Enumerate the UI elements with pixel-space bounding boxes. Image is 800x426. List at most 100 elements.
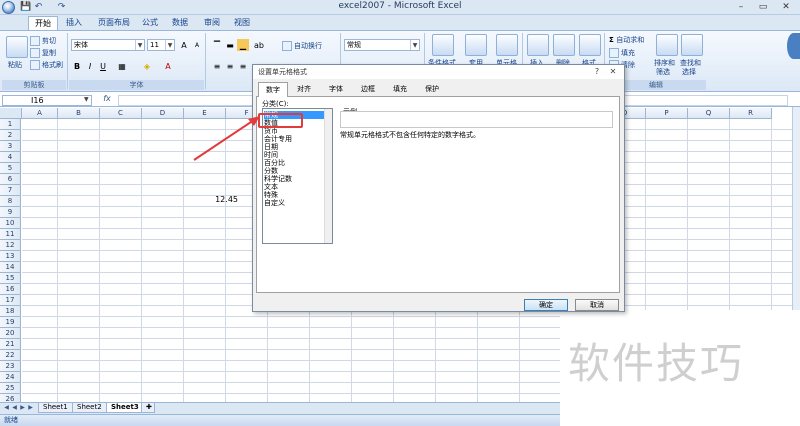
align-bottom-icon[interactable]: ▁ bbox=[237, 39, 249, 51]
sheet-tab-1[interactable]: Sheet1 bbox=[38, 403, 73, 413]
tab-page-layout[interactable]: 页面布局 bbox=[92, 16, 136, 30]
row-header[interactable]: 23 bbox=[0, 361, 21, 372]
close-button[interactable]: ✕ bbox=[775, 1, 797, 14]
font-size-combo[interactable]: 11 ▼ bbox=[147, 39, 175, 51]
row-header[interactable]: 10 bbox=[0, 218, 21, 229]
font-name-combo[interactable]: 宋体 ▼ bbox=[71, 39, 145, 51]
column-header[interactable]: C bbox=[100, 108, 142, 119]
align-left-icon[interactable]: ≡ bbox=[211, 60, 223, 72]
minimize-button[interactable]: – bbox=[730, 1, 752, 14]
orientation-icon[interactable]: ab bbox=[253, 39, 265, 51]
align-center-icon[interactable]: ≡ bbox=[224, 60, 236, 72]
category-item[interactable]: 日期 bbox=[264, 143, 324, 151]
category-item[interactable]: 自定义 bbox=[264, 199, 324, 207]
wrap-text-button[interactable]: 自动换行 bbox=[282, 41, 322, 51]
row-header[interactable]: 22 bbox=[0, 350, 21, 361]
column-header[interactable]: Q bbox=[688, 108, 730, 119]
row-header[interactable]: 14 bbox=[0, 262, 21, 273]
ok-button[interactable]: 确定 bbox=[524, 299, 568, 311]
italic-button[interactable]: I bbox=[84, 60, 96, 72]
paste-icon[interactable] bbox=[6, 36, 28, 58]
tab-home[interactable]: 开始 bbox=[28, 16, 58, 31]
row-header[interactable]: 2 bbox=[0, 130, 21, 141]
first-sheet-icon[interactable]: ◀ bbox=[3, 404, 10, 412]
tab-review[interactable]: 审阅 bbox=[198, 16, 226, 30]
align-middle-icon[interactable]: ▬ bbox=[224, 39, 236, 51]
underline-button[interactable]: U bbox=[97, 60, 109, 72]
maximize-button[interactable]: ▭ bbox=[752, 1, 774, 14]
row-header[interactable]: 17 bbox=[0, 295, 21, 306]
tab-formulas[interactable]: 公式 bbox=[136, 16, 164, 30]
row-header[interactable]: 16 bbox=[0, 284, 21, 295]
float-widget-icon[interactable] bbox=[787, 33, 800, 59]
row-header[interactable]: 8 bbox=[0, 196, 21, 207]
number-format-combo[interactable]: 常规 ▼ bbox=[344, 39, 420, 51]
paste-label[interactable]: 粘贴 bbox=[8, 60, 22, 70]
bold-button[interactable]: B bbox=[71, 60, 83, 72]
row-header[interactable]: 19 bbox=[0, 317, 21, 328]
last-sheet-icon[interactable]: ▶ bbox=[27, 404, 34, 412]
row-header[interactable]: 6 bbox=[0, 174, 21, 185]
cell-styles-icon[interactable] bbox=[496, 34, 518, 56]
tab-insert[interactable]: 插入 bbox=[60, 16, 88, 30]
insert-function-button[interactable]: fx bbox=[100, 94, 114, 106]
tab-font[interactable]: 字体 bbox=[322, 82, 350, 97]
find-select-label-2[interactable]: 选择 bbox=[682, 67, 696, 77]
sort-filter-label-2[interactable]: 筛选 bbox=[656, 67, 670, 77]
row-header[interactable]: 24 bbox=[0, 372, 21, 383]
column-header[interactable]: D bbox=[142, 108, 184, 119]
category-item[interactable]: 科学记数 bbox=[264, 175, 324, 183]
cell-E8[interactable]: 12.45 bbox=[198, 195, 238, 204]
row-header[interactable]: 20 bbox=[0, 328, 21, 339]
row-header[interactable]: 5 bbox=[0, 163, 21, 174]
format-painter-button[interactable]: 格式刷 bbox=[30, 60, 63, 70]
row-header[interactable]: 12 bbox=[0, 240, 21, 251]
sheet-tab-3[interactable]: Sheet3 bbox=[106, 403, 144, 413]
category-item[interactable]: 百分比 bbox=[264, 159, 324, 167]
new-sheet-icon[interactable]: ✚ bbox=[141, 403, 155, 413]
sheet-tab-2[interactable]: Sheet2 bbox=[72, 403, 107, 413]
chevron-down-icon[interactable]: ▼ bbox=[84, 96, 89, 103]
column-header[interactable]: P bbox=[646, 108, 688, 119]
fill-color-icon[interactable]: ◈ bbox=[141, 60, 153, 72]
select-all-corner[interactable] bbox=[0, 108, 22, 119]
close-icon[interactable]: ✕ bbox=[606, 66, 620, 78]
grow-font-button[interactable]: A bbox=[178, 39, 190, 51]
fill-button[interactable]: 填充 bbox=[609, 48, 635, 58]
row-header[interactable]: 7 bbox=[0, 185, 21, 196]
row-header[interactable]: 18 bbox=[0, 306, 21, 317]
row-header[interactable]: 3 bbox=[0, 141, 21, 152]
row-header[interactable]: 4 bbox=[0, 152, 21, 163]
category-item[interactable]: 时间 bbox=[264, 151, 324, 159]
category-scrollbar[interactable] bbox=[324, 109, 332, 243]
delete-cells-icon[interactable] bbox=[553, 34, 575, 56]
cut-button[interactable]: 剪切 bbox=[30, 36, 56, 46]
category-item[interactable]: 分数 bbox=[264, 167, 324, 175]
tab-data[interactable]: 数据 bbox=[166, 16, 194, 30]
tab-number[interactable]: 数字 bbox=[258, 82, 288, 98]
help-icon[interactable]: ? bbox=[590, 66, 604, 78]
category-item[interactable]: 文本 bbox=[264, 183, 324, 191]
category-item[interactable]: 会计专用 bbox=[264, 135, 324, 143]
row-header[interactable]: 11 bbox=[0, 229, 21, 240]
tab-view[interactable]: 视图 bbox=[228, 16, 256, 30]
row-header[interactable]: 25 bbox=[0, 383, 21, 394]
next-sheet-icon[interactable]: ▶ bbox=[19, 404, 26, 412]
category-item[interactable]: 货币 bbox=[264, 127, 324, 135]
column-header[interactable]: B bbox=[58, 108, 100, 119]
column-header[interactable]: R bbox=[730, 108, 772, 119]
copy-button[interactable]: 复制 bbox=[30, 48, 56, 58]
align-right-icon[interactable]: ≡ bbox=[237, 60, 249, 72]
prev-sheet-icon[interactable]: ◀ bbox=[11, 404, 18, 412]
tab-fill[interactable]: 填充 bbox=[386, 82, 414, 97]
category-item[interactable]: 特殊 bbox=[264, 191, 324, 199]
format-as-table-icon[interactable] bbox=[465, 34, 487, 56]
conditional-format-icon[interactable] bbox=[432, 34, 454, 56]
cancel-button[interactable]: 取消 bbox=[575, 299, 619, 311]
row-header[interactable]: 1 bbox=[0, 119, 21, 130]
row-header[interactable]: 9 bbox=[0, 207, 21, 218]
tab-border[interactable]: 边框 bbox=[354, 82, 382, 97]
tab-protection[interactable]: 保护 bbox=[418, 82, 446, 97]
row-header[interactable]: 13 bbox=[0, 251, 21, 262]
find-select-icon[interactable] bbox=[681, 34, 703, 56]
